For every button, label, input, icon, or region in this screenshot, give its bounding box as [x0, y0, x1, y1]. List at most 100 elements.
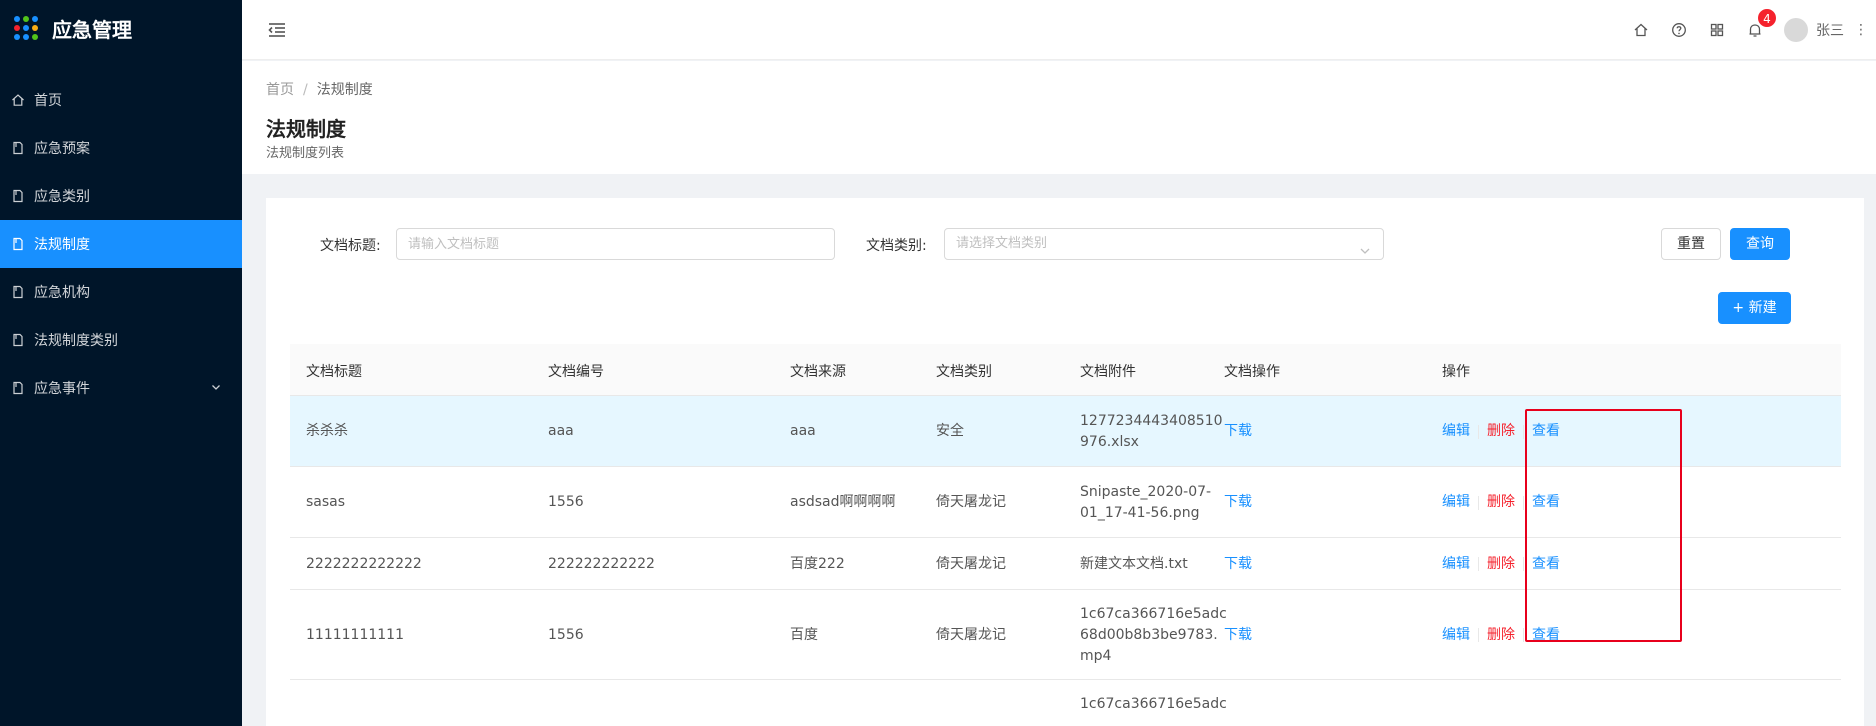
doc-title-cell: 2222222222222 [306, 555, 422, 572]
user-menu[interactable]: 张三 ⋮ [1774, 18, 1876, 42]
download-link[interactable]: 下载 [1224, 554, 1252, 575]
doc-source-cell: 百度 [790, 626, 818, 643]
view-link[interactable]: 查看 [1532, 492, 1560, 513]
doc-type-cell: 倚天屠龙记 [936, 555, 1006, 572]
attachment-filename-line: Snipaste_2020-07- [1080, 483, 1212, 500]
row-actions: 编辑 删除 查看 [1442, 554, 1560, 575]
page-subtitle: 法规制度列表 [266, 146, 345, 161]
doc-code-cell: aaa [548, 423, 574, 439]
document-icon [10, 188, 26, 204]
app-title: 应急管理 [52, 17, 132, 42]
delete-link[interactable]: 删除 [1487, 492, 1515, 513]
table-header: 文档标题 文档编号 文档来源 文档类别 文档附件 文档操作 操作 [290, 344, 1841, 396]
content-card: 文档标题: 文档类别: 请选择文档类别 重置 查询 + 新建 文档标题文档编号文… [266, 198, 1864, 726]
home-icon[interactable] [1622, 0, 1660, 60]
action-divider [1478, 495, 1479, 510]
sidebar-item[interactable]: 首页 [0, 76, 242, 124]
action-divider [1478, 628, 1479, 642]
breadcrumb-separator: / [303, 82, 308, 98]
table-row: 杀杀杀 aaa aaa 安全 1277234443408510 976.xlsx 下载 编辑删… [290, 396, 1841, 467]
doc-type-placeholder: 请选择文档类别 [956, 236, 1048, 251]
row-actions: 编辑 删除 查看 [1442, 625, 1560, 646]
sidebar-item-label: 应急预案 [34, 141, 90, 157]
doc-source-cell: aaa [790, 423, 816, 439]
sidebar-item-label: 首页 [34, 93, 62, 109]
more-icon[interactable]: ⋮ [1854, 22, 1868, 38]
notification-bell-icon[interactable]: 4 [1736, 0, 1777, 60]
doc-attachment-cell: 新建文本文档.txt [1080, 554, 1188, 575]
home-icon [10, 92, 26, 108]
logo-dot [14, 25, 20, 31]
new-button[interactable]: + 新建 [1718, 292, 1791, 324]
attachment-filename-line: 新建文本文档.txt [1080, 555, 1188, 572]
sidebar-item[interactable]: 应急事件 [0, 364, 242, 412]
notification-badge: 4 [1757, 8, 1777, 28]
query-button[interactable]: 查询 [1730, 228, 1790, 260]
sidebar-item[interactable]: 法规制度类别 [0, 316, 242, 364]
table-row: sasas 1556 asdsad啊啊啊啊 倚天屠龙记 Snipaste_2020-07… [290, 467, 1841, 538]
doc-type-cell: 倚天屠龙记 [936, 494, 1006, 510]
doc-attachment-cell: 1277234443408510 976.xlsx [1080, 411, 1223, 453]
doc-attachment-cell: Snipaste_2020-07- 01_17-41-56.png [1080, 482, 1211, 524]
column-header: 文档类别 [936, 364, 992, 380]
sidebar-item-label: 应急机构 [34, 285, 90, 301]
edit-link[interactable]: 编辑 [1442, 421, 1470, 442]
sidebar-menu: 首页应急预案应急类别法规制度应急机构法规制度类别 应急事件 [0, 76, 242, 412]
attachment-filename-line: 68d00b8b3be9783. [1080, 626, 1218, 643]
document-icon [10, 380, 26, 396]
action-divider [1478, 557, 1479, 571]
action-divider [1523, 424, 1524, 439]
doc-type-label: 文档类别: [866, 238, 927, 254]
delete-link[interactable]: 删除 [1487, 421, 1515, 442]
download-link[interactable]: 下载 [1224, 421, 1252, 442]
logo-dot [14, 34, 20, 40]
sidebar-item-label: 法规制度 [34, 237, 90, 253]
action-divider [1523, 495, 1524, 510]
regulations-table: 文档标题 文档编号 文档来源 文档类别 文档附件 文档操作 操作 杀杀杀 aaa aaa 安全 12… [290, 344, 1841, 726]
sidebar-item-label: 应急事件 [34, 381, 90, 397]
download-link[interactable]: 下载 [1224, 492, 1252, 513]
logo-dot [23, 25, 29, 31]
logo-dot [23, 34, 29, 40]
doc-type-select[interactable]: 请选择文档类别 [944, 228, 1384, 260]
apps-grid-icon[interactable] [1698, 0, 1736, 60]
delete-link[interactable]: 删除 [1487, 625, 1515, 646]
table-body: 杀杀杀 aaa aaa 安全 1277234443408510 976.xlsx 下载 编辑删… [290, 396, 1841, 726]
breadcrumb-home[interactable]: 首页 [266, 82, 294, 98]
logo-dot [32, 16, 38, 22]
column-header: 文档来源 [790, 364, 846, 380]
sidebar-item[interactable]: 应急机构 [0, 268, 242, 316]
doc-title-cell: sasas [306, 494, 346, 510]
avatar [1784, 18, 1808, 42]
chevron-down-icon [1359, 239, 1371, 269]
help-icon[interactable] [1660, 0, 1698, 60]
table-row: 1c67ca366716e5adc [290, 680, 1841, 726]
page-title: 法规制度 [266, 117, 346, 141]
edit-link[interactable]: 编辑 [1442, 625, 1470, 646]
sidebar-item[interactable]: 法规制度 [0, 220, 242, 268]
doc-title-input[interactable] [396, 228, 835, 260]
doc-title-cell: 11111111111 [306, 626, 404, 643]
sidebar-item[interactable]: 应急预案 [0, 124, 242, 172]
attachment-filename-line: 1c67ca366716e5adc [1080, 696, 1227, 712]
column-header: 文档标题 [306, 364, 362, 380]
edit-link[interactable]: 编辑 [1442, 554, 1470, 575]
collapse-menu-icon[interactable] [266, 19, 288, 41]
column-header: 文档编号 [548, 364, 604, 380]
app-grid-icon [14, 16, 38, 40]
action-divider [1478, 424, 1479, 439]
view-link[interactable]: 查看 [1532, 421, 1560, 442]
app-logo[interactable]: 应急管理 [0, 0, 242, 56]
doc-code-cell: 222222222222 [548, 555, 655, 572]
reset-button[interactable]: 重置 [1661, 228, 1721, 260]
sidebar-item-label: 法规制度类别 [34, 333, 118, 349]
sidebar-item[interactable]: 应急类别 [0, 172, 242, 220]
view-link[interactable]: 查看 [1532, 554, 1560, 575]
logo-dot [23, 16, 29, 22]
delete-link[interactable]: 删除 [1487, 554, 1515, 575]
view-link[interactable]: 查看 [1532, 625, 1560, 646]
sidebar: 应急管理 首页应急预案应急类别法规制度应急机构法规制度类别 应急事件 [0, 0, 242, 726]
download-link[interactable]: 下载 [1224, 625, 1252, 646]
document-icon [10, 284, 26, 300]
edit-link[interactable]: 编辑 [1442, 492, 1470, 513]
